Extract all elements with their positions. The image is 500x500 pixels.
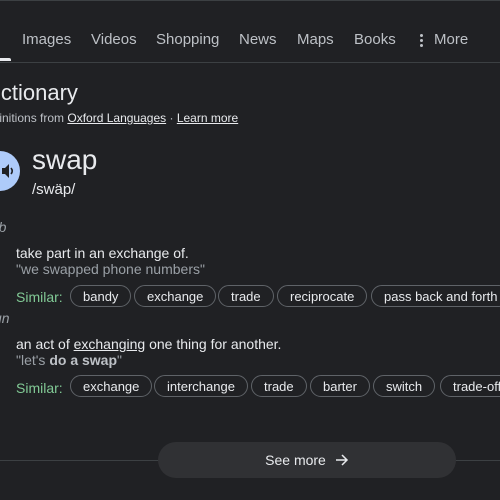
similar-chip[interactable]: trade — [251, 375, 307, 397]
active-tab-indicator — [0, 58, 11, 61]
tab-shopping[interactable]: Shopping — [156, 31, 219, 48]
definition-text: an act of — [16, 336, 74, 352]
speaker-icon — [2, 164, 14, 178]
tab-maps[interactable]: Maps — [297, 31, 334, 48]
exchanging-link[interactable]: exchanging — [74, 336, 146, 352]
tabs-divider — [0, 62, 500, 63]
oxford-languages-link[interactable]: Oxford Languages — [67, 111, 166, 125]
tab-images[interactable]: Images — [22, 31, 71, 48]
part-of-speech: un — [0, 310, 10, 326]
similar-chip[interactable]: switch — [373, 375, 436, 397]
learn-more-link[interactable]: Learn more — [177, 111, 238, 125]
example-text: "let's — [16, 352, 50, 368]
example: "we swapped phone numbers" — [16, 261, 205, 277]
tab-more[interactable]: More — [434, 31, 468, 48]
similar-chip[interactable]: bandy — [70, 285, 132, 307]
similar-label: Similar: — [16, 380, 63, 396]
separator-dot: · — [169, 111, 174, 125]
similar-chip[interactable]: barter — [310, 375, 370, 397]
see-more-label: See more — [265, 452, 326, 468]
similar-chip[interactable]: pass back and forth — [371, 285, 500, 307]
similar-chip[interactable]: exchange — [70, 375, 153, 397]
similar-chip[interactable]: trade-off — [440, 375, 500, 397]
example-bold: do a swap — [49, 352, 118, 368]
part-of-speech: rb — [0, 219, 6, 235]
tab-books[interactable]: Books — [354, 31, 396, 48]
example-text: " — [117, 352, 122, 368]
more-vert-icon[interactable] — [418, 33, 426, 47]
definition: an act of exchanging one thing for anoth… — [16, 336, 281, 352]
see-more-button[interactable]: See more — [158, 442, 456, 478]
phonetic: /swäp/ — [32, 181, 76, 198]
definition: take part in an exchange of. — [16, 245, 189, 261]
pronunciation-audio-button[interactable] — [0, 151, 20, 191]
similar-chip[interactable]: exchange — [134, 285, 217, 307]
headword: swap — [32, 144, 98, 175]
similar-chip[interactable]: interchange — [154, 375, 248, 397]
tab-videos[interactable]: Videos — [91, 31, 137, 48]
definitions-prefix: finitions from — [0, 111, 65, 125]
tab-news[interactable]: News — [239, 31, 277, 48]
similar-chip[interactable]: reciprocate — [277, 285, 368, 307]
similar-label: Similar: — [16, 289, 63, 305]
definition-text: one thing for another. — [145, 336, 282, 352]
dictionary-title: ictionary — [0, 80, 78, 105]
similar-chip[interactable]: trade — [218, 285, 274, 307]
search-tabs: Images Videos Shopping News Maps Books M… — [0, 0, 500, 62]
arrow-right-icon — [335, 454, 348, 466]
definitions-source: finitions from Oxford Languages · Learn … — [0, 111, 238, 125]
example: "let's do a swap" — [16, 352, 122, 368]
